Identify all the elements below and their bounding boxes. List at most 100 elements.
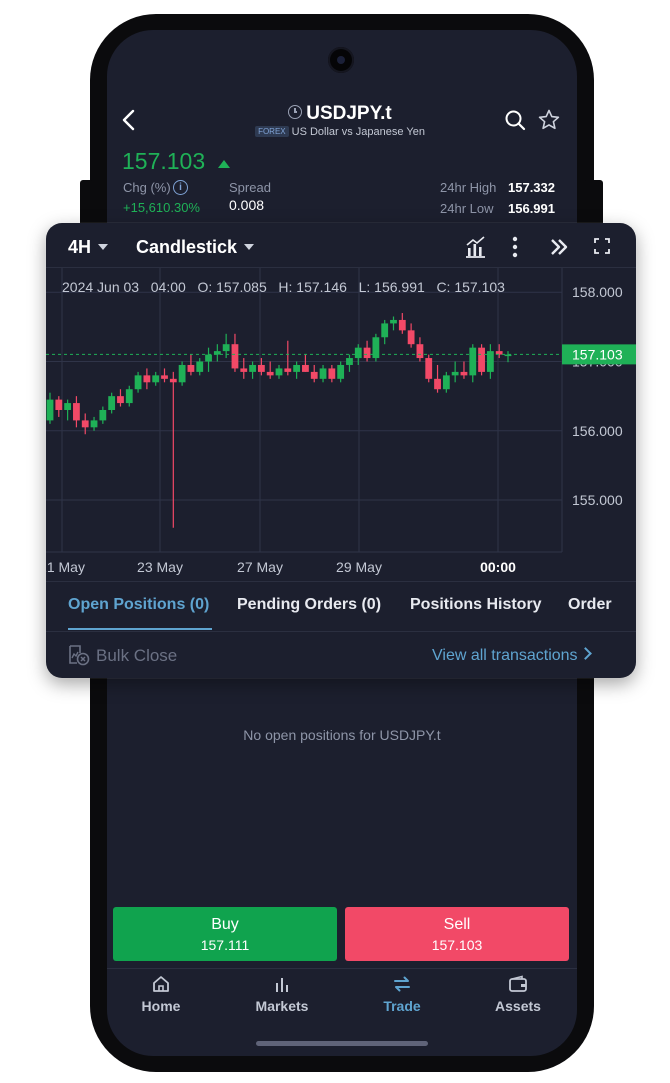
clock-icon [288, 105, 303, 119]
markets-icon [276, 978, 288, 992]
candle-body [407, 330, 415, 345]
sell-label: Sell [443, 916, 471, 933]
candle-body [372, 337, 380, 359]
nav-assets[interactable]: Assets [468, 975, 568, 1014]
chart-type-select[interactable]: Candlestick [136, 237, 255, 258]
high-label: 24hr High [440, 180, 497, 195]
ohlc-date: 2024 Jun 03 [62, 279, 140, 295]
x-tick-label: 23 May [137, 559, 183, 575]
buy-button[interactable]: Buy 157.111 [113, 907, 337, 961]
candle-body [346, 358, 353, 365]
y-tick-label: 156.000 [572, 423, 623, 439]
candle-body [249, 364, 256, 372]
candle-body [266, 371, 274, 376]
star-icon[interactable] [537, 108, 561, 132]
tab-order[interactable]: Order [568, 596, 612, 614]
timeframe-select[interactable]: 4H [68, 237, 109, 258]
wallet-icon [509, 975, 527, 992]
candle-body [434, 378, 441, 390]
divider [46, 631, 636, 632]
nav-trade[interactable]: Trade [352, 975, 452, 1014]
candle-body [90, 420, 98, 428]
fullscreen-icon[interactable] [594, 238, 610, 254]
low-value: 156.991 [508, 201, 555, 216]
ohlc-open: O: 157.085 [197, 279, 267, 295]
info-icon[interactable]: i [173, 180, 188, 195]
last-price-label: 157.103 [572, 346, 623, 362]
instrument-description: US Dollar vs Japanese Yen [291, 126, 425, 138]
candle-body [187, 364, 195, 372]
market-tag: FOREX [255, 126, 289, 137]
chart-card: 4H Candlestick 158.000157.000156.000155.… [46, 223, 636, 678]
view-all-label: View all transactions [432, 647, 578, 664]
tab-pending-orders[interactable]: Pending Orders (0) [237, 596, 381, 614]
back-icon[interactable] [118, 108, 140, 132]
caret-down-icon [244, 244, 255, 250]
tab-positions-history[interactable]: Positions History [410, 596, 542, 614]
current-price: 157.103 [122, 148, 206, 174]
tab-open-positions[interactable]: Open Positions (0) [68, 596, 209, 614]
candle-body [425, 358, 433, 379]
ohlc-low: L: 156.991 [358, 279, 425, 295]
candle-body [363, 347, 371, 359]
candle-body [398, 319, 406, 331]
candle-body [81, 420, 89, 428]
candle-body [469, 347, 477, 376]
front-camera [328, 47, 354, 73]
instrument-title: USDJPY.t [240, 103, 440, 125]
candle-body [293, 364, 301, 372]
candle-body [354, 347, 362, 359]
nav-trade-label: Trade [383, 998, 421, 1014]
chevron-right-icon [578, 647, 592, 660]
low-label: 24hr Low [440, 201, 494, 216]
chart-type-label: Candlestick [136, 237, 238, 257]
nav-home[interactable]: Home [111, 975, 211, 1014]
candle-body [64, 403, 72, 410]
candle-body [240, 368, 248, 372]
candle-body [381, 323, 389, 338]
more-icon[interactable] [512, 236, 518, 258]
candle-body [310, 371, 318, 379]
candle-body [478, 347, 485, 372]
candle-body [284, 368, 292, 372]
x-tick-label: 29 May [336, 559, 382, 575]
trade-icon [394, 976, 410, 992]
buy-price: 157.111 [200, 937, 250, 953]
candle-body [302, 364, 309, 372]
search-icon[interactable] [504, 109, 526, 131]
sell-price: 157.103 [431, 937, 483, 953]
home-indicator [256, 1041, 428, 1046]
y-tick-label: 155.000 [572, 492, 623, 508]
bulk-close-button[interactable]: Bulk Close [96, 646, 177, 666]
candle-body [205, 354, 212, 362]
empty-positions-message: No open positions for USDJPY.t [243, 727, 441, 743]
candle-body [152, 375, 160, 383]
timeframe-label: 4H [68, 237, 92, 257]
candle-body [117, 396, 124, 404]
candle-body [196, 361, 204, 372]
candle-body [442, 375, 450, 390]
candle-body [46, 399, 54, 421]
x-tick-label: 00:00 [480, 559, 516, 575]
candle-body [169, 378, 177, 383]
divider [46, 581, 636, 582]
candle-body [460, 371, 468, 376]
candle-body [134, 375, 142, 390]
high-value: 157.332 [508, 180, 555, 195]
nav-markets-label: Markets [255, 998, 309, 1014]
buy-label: Buy [211, 916, 239, 933]
candle-body [99, 410, 107, 421]
view-all-transactions-link[interactable]: View all transactions [432, 647, 592, 665]
candle-body [328, 368, 336, 379]
candle-body [319, 368, 327, 379]
indicators-icon[interactable] [464, 235, 486, 259]
candle-body [231, 344, 239, 369]
candle-body [275, 368, 283, 376]
candlestick-chart[interactable]: 158.000157.000156.000155.000157.10321 Ma… [46, 268, 636, 580]
ohlc-time: 04:00 [150, 279, 186, 295]
sell-button[interactable]: Sell 157.103 [345, 907, 569, 961]
double-arrow-icon[interactable] [549, 238, 569, 256]
spread-label: Spread [229, 180, 271, 195]
nav-markets[interactable]: Markets [232, 975, 332, 1014]
candle-body [73, 403, 80, 421]
